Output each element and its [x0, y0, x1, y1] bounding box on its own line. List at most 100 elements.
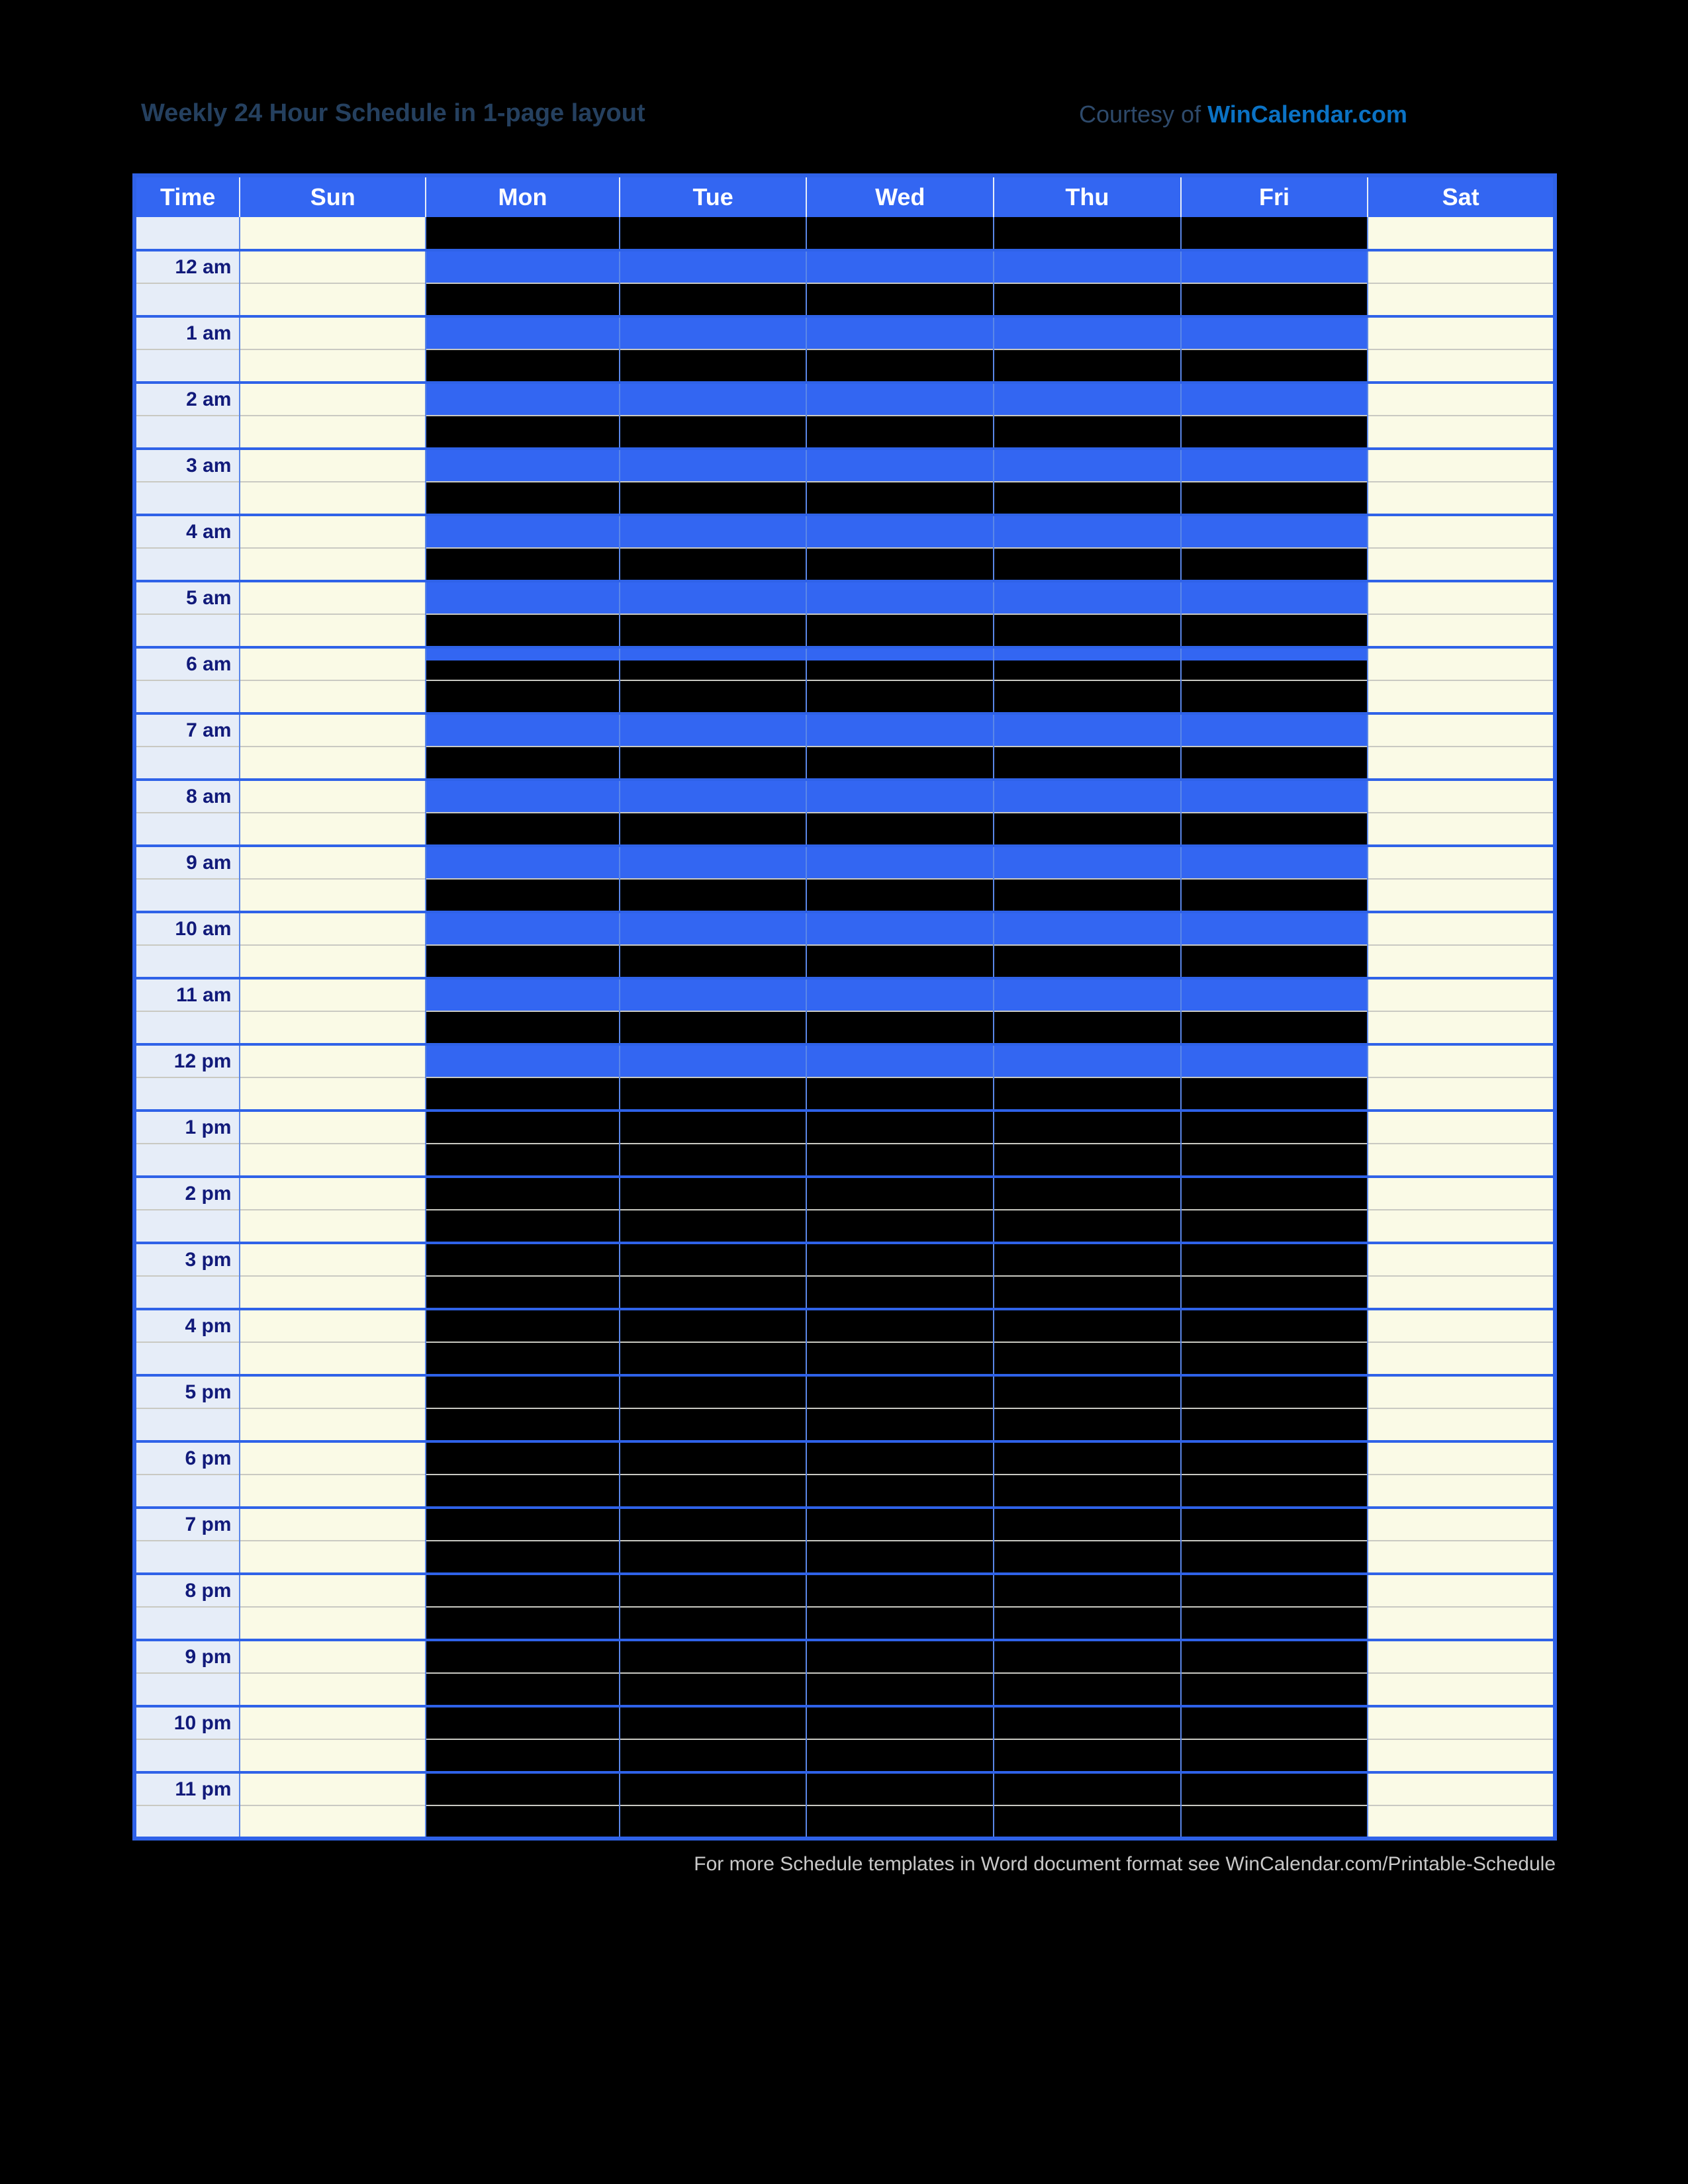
schedule-cell-sat[interactable] — [1368, 1506, 1555, 1541]
schedule-cell-half-thu[interactable] — [994, 680, 1182, 713]
schedule-cell-half-fri[interactable] — [1180, 547, 1369, 581]
schedule-cell-wed[interactable] — [806, 646, 995, 680]
schedule-cell-half-thu[interactable] — [994, 1077, 1182, 1111]
schedule-cell-sun[interactable] — [240, 1440, 427, 1475]
schedule-cell-half-mon[interactable] — [426, 1077, 620, 1111]
schedule-cell-half-thu[interactable] — [994, 1606, 1182, 1640]
schedule-cell-half-sat[interactable] — [1368, 746, 1555, 780]
schedule-cell-mon[interactable] — [426, 1043, 620, 1077]
schedule-cell-tue[interactable] — [619, 1109, 808, 1144]
schedule-cell-thu[interactable] — [994, 580, 1182, 614]
schedule-cell-half-tue[interactable] — [619, 1672, 808, 1706]
schedule-cell-sun[interactable] — [240, 1242, 427, 1276]
schedule-cell-half-mon[interactable] — [426, 349, 620, 383]
schedule-cell-half-sun[interactable] — [240, 746, 427, 780]
schedule-cell-half-sun[interactable] — [240, 812, 427, 846]
schedule-cell-sat[interactable] — [1368, 514, 1555, 548]
schedule-cell-sat[interactable] — [1368, 646, 1555, 680]
schedule-cell-half-mon[interactable] — [426, 1672, 620, 1706]
schedule-cell-mon[interactable] — [426, 1572, 620, 1607]
wincalendar-brand-link[interactable]: WinCalendar.com — [1207, 101, 1407, 128]
schedule-cell-mon[interactable] — [426, 217, 620, 250]
schedule-cell-tue[interactable] — [619, 580, 808, 614]
schedule-cell-half-tue[interactable] — [619, 1209, 808, 1243]
schedule-cell-half-mon[interactable] — [426, 1540, 620, 1574]
schedule-cell-half-sat[interactable] — [1368, 944, 1555, 978]
schedule-cell-half-mon[interactable] — [426, 1606, 620, 1640]
schedule-cell-tue[interactable] — [619, 1374, 808, 1408]
schedule-cell-mon[interactable] — [426, 315, 620, 349]
schedule-cell-thu[interactable] — [994, 217, 1182, 250]
schedule-cell-mon[interactable] — [426, 778, 620, 813]
schedule-cell-thu[interactable] — [994, 844, 1182, 879]
schedule-cell-sun[interactable] — [240, 580, 427, 614]
schedule-cell-thu[interactable] — [994, 249, 1182, 283]
schedule-cell-sun[interactable] — [240, 1639, 427, 1673]
schedule-cell-fri[interactable] — [1180, 514, 1369, 548]
schedule-cell-half-wed[interactable] — [806, 1077, 995, 1111]
schedule-cell-half-sat[interactable] — [1368, 1077, 1555, 1111]
column-header-fri[interactable]: Fri — [1180, 174, 1369, 217]
schedule-cell-mon[interactable] — [426, 514, 620, 548]
schedule-cell-fri[interactable] — [1180, 712, 1369, 747]
schedule-cell-half-tue[interactable] — [619, 1474, 808, 1508]
schedule-cell-wed[interactable] — [806, 217, 995, 250]
schedule-cell-fri[interactable] — [1180, 977, 1369, 1011]
schedule-cell-half-fri[interactable] — [1180, 415, 1369, 449]
schedule-cell-half-sun[interactable] — [240, 1540, 427, 1574]
schedule-cell-half-thu[interactable] — [994, 812, 1182, 846]
schedule-cell-wed[interactable] — [806, 1572, 995, 1607]
schedule-cell-fri[interactable] — [1180, 1175, 1369, 1210]
schedule-cell-half-thu[interactable] — [994, 1474, 1182, 1508]
schedule-cell-half-tue[interactable] — [619, 1805, 808, 1839]
schedule-cell-half-tue[interactable] — [619, 680, 808, 713]
schedule-cell-sun[interactable] — [240, 1109, 427, 1144]
schedule-cell-thu[interactable] — [994, 1109, 1182, 1144]
schedule-cell-sat[interactable] — [1368, 447, 1555, 482]
schedule-cell-thu[interactable] — [994, 977, 1182, 1011]
schedule-cell-half-tue[interactable] — [619, 1739, 808, 1772]
schedule-cell-half-tue[interactable] — [619, 1606, 808, 1640]
schedule-cell-half-fri[interactable] — [1180, 1540, 1369, 1574]
schedule-cell-half-thu[interactable] — [994, 1805, 1182, 1839]
schedule-cell-half-fri[interactable] — [1180, 1474, 1369, 1508]
schedule-cell-tue[interactable] — [619, 315, 808, 349]
schedule-cell-fri[interactable] — [1180, 778, 1369, 813]
schedule-cell-half-fri[interactable] — [1180, 283, 1369, 316]
schedule-cell-sun[interactable] — [240, 1771, 427, 1805]
schedule-cell-half-tue[interactable] — [619, 812, 808, 846]
schedule-cell-fri[interactable] — [1180, 1308, 1369, 1342]
schedule-cell-sat[interactable] — [1368, 1572, 1555, 1607]
schedule-cell-half-wed[interactable] — [806, 349, 995, 383]
schedule-cell-half-wed[interactable] — [806, 1209, 995, 1243]
schedule-cell-sat[interactable] — [1368, 778, 1555, 813]
schedule-cell-fri[interactable] — [1180, 217, 1369, 250]
schedule-cell-sat[interactable] — [1368, 1705, 1555, 1739]
schedule-cell-wed[interactable] — [806, 844, 995, 879]
schedule-cell-thu[interactable] — [994, 712, 1182, 747]
schedule-cell-sat[interactable] — [1368, 977, 1555, 1011]
schedule-cell-wed[interactable] — [806, 1771, 995, 1805]
schedule-cell-thu[interactable] — [994, 447, 1182, 482]
schedule-cell-half-tue[interactable] — [619, 481, 808, 515]
schedule-cell-tue[interactable] — [619, 1705, 808, 1739]
schedule-cell-half-sat[interactable] — [1368, 614, 1555, 647]
schedule-cell-half-mon[interactable] — [426, 1011, 620, 1044]
schedule-cell-half-thu[interactable] — [994, 283, 1182, 316]
schedule-cell-half-thu[interactable] — [994, 349, 1182, 383]
schedule-cell-tue[interactable] — [619, 1639, 808, 1673]
schedule-cell-half-sun[interactable] — [240, 547, 427, 581]
schedule-cell-sun[interactable] — [240, 1175, 427, 1210]
schedule-cell-half-sat[interactable] — [1368, 1342, 1555, 1375]
schedule-cell-half-sat[interactable] — [1368, 1408, 1555, 1441]
schedule-cell-half-sat[interactable] — [1368, 481, 1555, 515]
schedule-cell-half-thu[interactable] — [994, 1739, 1182, 1772]
schedule-cell-half-wed[interactable] — [806, 1011, 995, 1044]
schedule-cell-half-sun[interactable] — [240, 1408, 427, 1441]
schedule-cell-half-thu[interactable] — [994, 1408, 1182, 1441]
schedule-cell-thu[interactable] — [994, 911, 1182, 945]
schedule-cell-thu[interactable] — [994, 1572, 1182, 1607]
schedule-cell-half-wed[interactable] — [806, 1739, 995, 1772]
schedule-cell-half-thu[interactable] — [994, 415, 1182, 449]
schedule-cell-tue[interactable] — [619, 911, 808, 945]
